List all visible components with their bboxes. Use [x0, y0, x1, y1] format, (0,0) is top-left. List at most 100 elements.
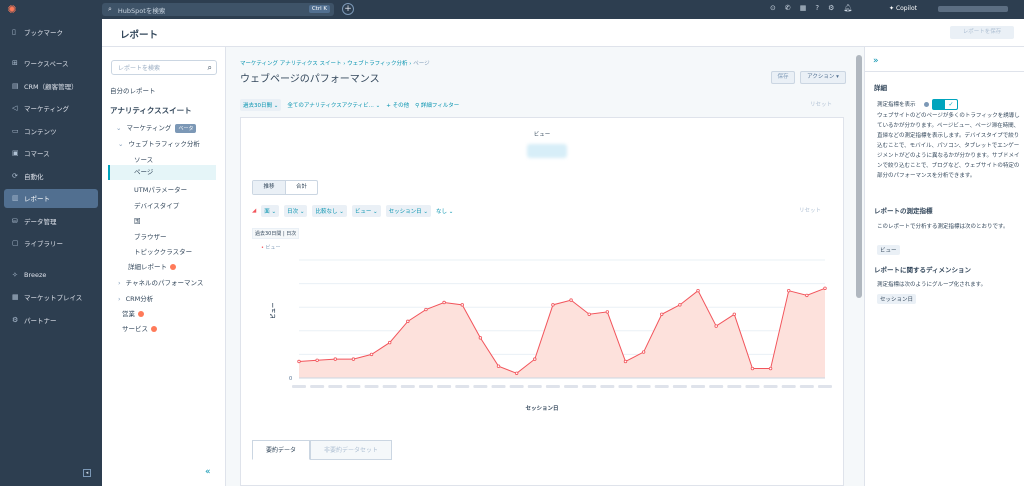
info-icon[interactable]	[924, 102, 929, 107]
subnav-topic-cluster[interactable]: トピッククラスター	[134, 246, 192, 256]
data-tabs: 要約データ 非要約データセット	[252, 440, 393, 460]
actions-dropdown[interactable]: アクション ▾	[800, 71, 846, 84]
data-point	[805, 293, 809, 298]
subnav-page[interactable]: ページ	[108, 165, 216, 180]
nav-label: Breeze	[24, 270, 47, 279]
toggle-total[interactable]: 合計	[285, 181, 317, 194]
date-range-filter[interactable]: 過去30日間 ⌄	[240, 99, 282, 111]
y-tick-label: 0	[289, 376, 292, 382]
metrics-text: このレポートで分析する測定指標は次のとおりです。	[877, 224, 1009, 230]
data-point	[442, 300, 446, 305]
nav-workspaces[interactable]: ⊞ ワークスペース	[4, 54, 98, 73]
marketplace-icon[interactable]: ▦	[800, 4, 807, 12]
subnav-source[interactable]: ソース	[134, 154, 153, 164]
metric-select[interactable]: ビュー ⌄	[351, 205, 381, 217]
copilot-button[interactable]: ✦ Copilot	[889, 5, 917, 12]
subnav-utm[interactable]: UTMパラメーター	[134, 184, 187, 194]
notifications-bell-icon[interactable]: 🔔︎	[843, 4, 852, 12]
breadcrumb-item[interactable]: ウェブトラフィック分析	[347, 61, 407, 67]
subnav-detailed-report[interactable]: 詳細レポート	[128, 261, 176, 271]
tab-summary-data[interactable]: 要約データ	[252, 440, 311, 460]
collapse-nav-icon[interactable]: ◂	[83, 469, 91, 477]
subnav-channel-performance[interactable]: › チャネルのパフォーマンス	[118, 277, 203, 287]
help-icon[interactable]: ?	[815, 4, 819, 12]
subnav-service[interactable]: サービス	[122, 323, 157, 333]
nav-bookmarks[interactable]: ▯ ブックマーク	[4, 22, 98, 41]
nav-automation[interactable]: ⟳ 自動化	[4, 166, 98, 185]
breakdown-select[interactable]: なし ⌄	[436, 207, 453, 215]
chart-filters: ◢ 面 ⌄ 日次 ⌄ 比較なし ⌄ ビュー ⌄ セッション日 ⌄ なし ⌄	[252, 205, 453, 217]
x-tick-label-redacted	[636, 385, 651, 388]
toggle-trend[interactable]: 推移	[253, 181, 285, 194]
hubspot-logo-icon[interactable]: ✺	[0, 3, 24, 16]
megaphone-icon: ◁	[12, 104, 18, 112]
dimension-select[interactable]: セッション日 ⌄	[385, 205, 432, 217]
upgrade-icon[interactable]: ⊙	[770, 4, 776, 12]
x-tick-label-redacted	[618, 385, 633, 388]
data-point	[351, 357, 356, 361]
x-tick-label-redacted	[763, 385, 778, 388]
tab-unsummarized-data[interactable]: 非要約データセット	[310, 440, 393, 460]
nav-data-management[interactable]: ⛁ データ管理	[4, 211, 98, 230]
report-search-input[interactable]: レポートを検索 ⌕	[111, 60, 217, 75]
left-navigation: ▯ ブックマーク ⊞ ワークスペース ▤ CRM（顧客管理） ◁ マーケティング ▭ コン…	[0, 19, 102, 486]
subnav-sales[interactable]: 営業	[122, 308, 144, 318]
interval-select[interactable]: 日次 ⌄	[284, 205, 308, 217]
subnav-analytics-suite: アナリティクススイート	[110, 106, 192, 115]
area-chart: 0 ビュー	[269, 259, 832, 388]
chevron-down-icon: ⌄	[118, 140, 124, 148]
x-tick-label-redacted	[382, 385, 397, 388]
subnav-my-reports[interactable]: 自分のレポート	[110, 85, 156, 95]
chart-type-select[interactable]: 面 ⌄	[261, 205, 280, 217]
breadcrumb-current: ページ	[413, 61, 430, 67]
settings-gear-icon[interactable]: ⚙	[828, 4, 834, 12]
compare-select[interactable]: 比較なし ⌄	[312, 205, 347, 217]
subnav-browser[interactable]: ブラウザー	[134, 231, 167, 241]
nav-label: データ管理	[24, 217, 57, 226]
nav-reports[interactable]: ▥ レポート	[4, 188, 98, 208]
global-search-input[interactable]: ⌕ HubSpotを検索 Ctrl K	[102, 3, 334, 16]
subnav-crm-analysis[interactable]: › CRM分析	[118, 293, 153, 303]
activity-filter[interactable]: 全てのアナリティクスアクティビ... ⌄	[287, 101, 380, 109]
more-filters-button[interactable]: + その他	[386, 101, 409, 109]
commerce-icon: ▣	[12, 149, 19, 157]
nav-content[interactable]: ▭ コンテンツ	[4, 121, 98, 140]
subnav-marketing[interactable]: ⌄ マーケティング ベータ	[116, 122, 197, 133]
database-icon: ⛁	[12, 216, 18, 225]
x-tick-label-redacted	[564, 385, 579, 388]
collapse-subnav-icon[interactable]: «	[205, 467, 211, 477]
collapse-panel-icon[interactable]: »	[873, 56, 879, 66]
nav-library[interactable]: ▢ ライブラリー	[4, 234, 98, 253]
data-point	[714, 324, 718, 328]
main-scrollbar-thumb[interactable]	[856, 55, 862, 298]
nav-crm[interactable]: ▤ CRM（顧客管理）	[4, 76, 98, 95]
x-tick-label-redacted	[545, 385, 560, 388]
new-indicator-icon	[151, 326, 157, 332]
nav-label: マーケティング	[24, 105, 69, 113]
show-metrics-toggle[interactable]: ✓	[932, 99, 958, 110]
nav-breeze[interactable]: ✧ Breeze	[4, 265, 98, 284]
save-button[interactable]: 保存	[771, 71, 795, 84]
x-tick-label-redacted	[473, 385, 488, 388]
subnav-country[interactable]: 国	[134, 215, 141, 225]
phone-icon[interactable]: ✆	[785, 4, 791, 12]
advanced-filters-button[interactable]: ⚲ 詳細フィルター	[415, 101, 459, 109]
data-point	[569, 298, 573, 302]
nav-partner[interactable]: ⚙ パートナー	[4, 310, 98, 329]
subnav-device-type[interactable]: デバイスタイプ	[134, 200, 179, 210]
x-tick-label-redacted	[328, 385, 343, 388]
breadcrumb-item[interactable]: マーケティング アナリティクス スイート	[240, 61, 341, 67]
account-menu[interactable]	[938, 6, 1008, 12]
nav-marketplace[interactable]: ▦ マーケットプレイス	[4, 288, 98, 307]
subnav-web-traffic[interactable]: ⌄ ウェブトラフィック分析	[118, 138, 200, 148]
x-tick-label-redacted	[455, 385, 470, 388]
save-report-button[interactable]: レポートを保存	[950, 26, 1014, 39]
nav-marketing[interactable]: ◁ マーケティング	[4, 99, 98, 118]
checkmark-icon: ✓	[948, 101, 954, 108]
chart-reset-button[interactable]: リセット	[799, 206, 821, 214]
nav-commerce[interactable]: ▣ コマース	[4, 144, 98, 163]
reset-filters-button[interactable]: リセット	[810, 100, 832, 108]
automation-icon: ⟳	[12, 171, 18, 180]
x-tick-label-redacted	[491, 385, 506, 388]
create-plus-button[interactable]: +	[342, 3, 354, 15]
